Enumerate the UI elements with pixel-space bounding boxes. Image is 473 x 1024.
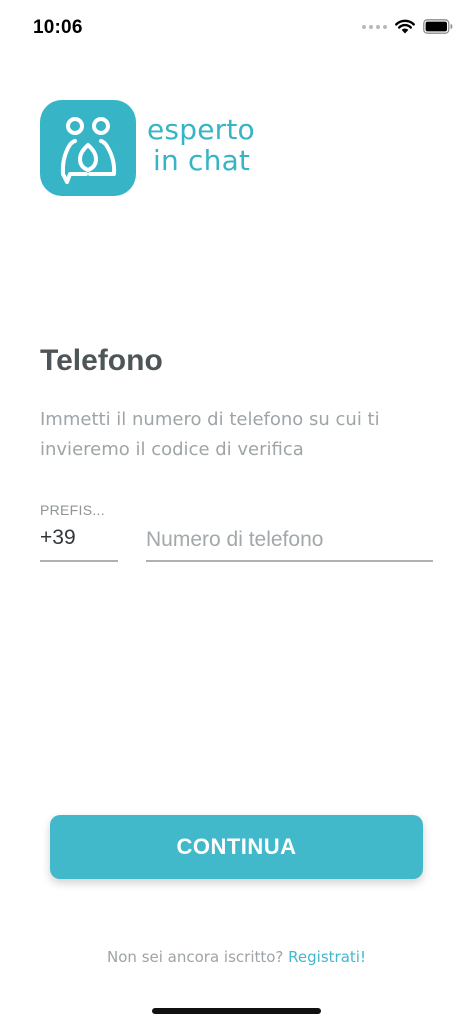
continue-button[interactable]: CONTINUA [50, 815, 423, 879]
signup-link[interactable]: Registrati! [288, 948, 366, 966]
page-title: Telefono [40, 344, 163, 377]
logo-line-1: esperto [147, 113, 255, 146]
wifi-icon [395, 19, 415, 34]
status-time: 10:06 [33, 17, 83, 38]
cellular-dots-icon [362, 24, 387, 29]
app-logo: esperto in chat [40, 100, 280, 196]
home-indicator[interactable] [152, 1008, 321, 1014]
signup-prompt-text: Non sei ancora iscritto? [107, 948, 284, 966]
two-people-chat-icon [40, 100, 136, 196]
page-description: Immetti il numero di telefono su cui ti … [40, 409, 380, 460]
status-icons [362, 19, 453, 34]
login-phone-screen: 10:06 esperto in chat Telefono Immetti i… [0, 0, 473, 1024]
logo-wordmark: esperto in chat [147, 114, 255, 176]
logo-line-2: in chat [153, 144, 251, 177]
battery-icon [423, 19, 453, 34]
phone-number-input[interactable] [146, 524, 433, 556]
status-bar: 10:06 [0, 0, 473, 56]
country-prefix-field[interactable]: +39 [40, 520, 118, 562]
country-prefix-value: +39 [40, 526, 76, 549]
signup-prompt: Non sei ancora iscritto? Registrati! [0, 948, 473, 966]
prefix-label: PREFIS... [40, 502, 105, 518]
phone-number-field[interactable] [146, 520, 433, 562]
